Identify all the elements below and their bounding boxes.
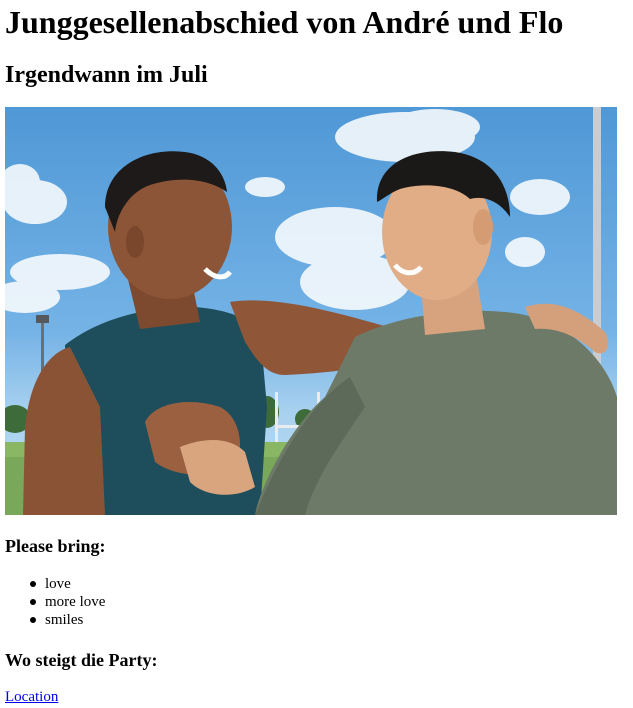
hero-photo xyxy=(5,107,617,515)
list-item-label: love xyxy=(45,576,71,592)
party-heading: Wo steigt die Party: xyxy=(5,650,158,670)
page-title: Junggesellenabschied von André und Flo xyxy=(5,4,564,40)
list-item: smiles xyxy=(5,611,105,629)
list-item: love xyxy=(5,575,105,593)
list-item-label: smiles xyxy=(45,612,84,628)
page-subtitle: Irgendwann im Juli xyxy=(5,62,208,88)
bring-list: love more love smiles xyxy=(5,575,105,629)
list-item: more love xyxy=(5,593,105,611)
list-item-label: more love xyxy=(45,594,106,610)
bring-heading: Please bring: xyxy=(5,536,106,556)
location-link[interactable]: Location xyxy=(5,688,58,706)
bullet-icon xyxy=(30,581,36,587)
bullet-icon xyxy=(30,617,36,623)
bullet-icon xyxy=(30,599,36,605)
